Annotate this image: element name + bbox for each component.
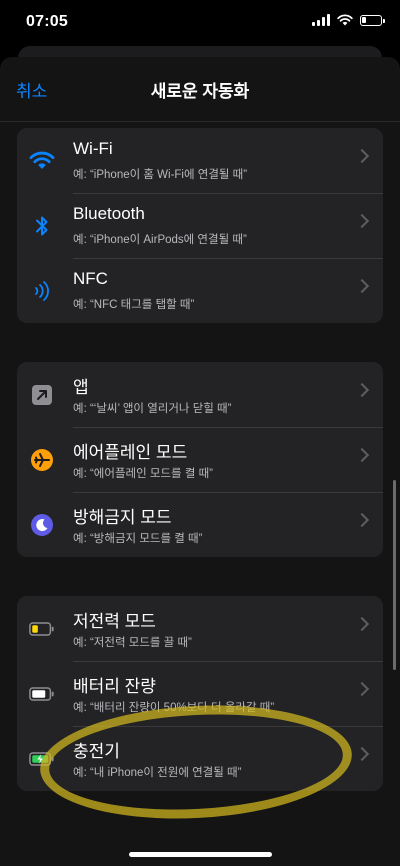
home-indicator[interactable] [129,852,272,857]
page-title: 새로운 자동화 [150,82,250,101]
chevron-right-icon [354,278,370,294]
row-subtitle: 예: “iPhone이 홈 Wi-Fi에 연결될 때” [73,169,248,181]
row-title: 방해금지 모드 [73,508,172,527]
connectivity-group: Wi-Fi 예: “iPhone이 홈 Wi-Fi에 연결될 때” Blueto… [17,128,383,323]
list-item-app[interactable]: 앱 예: “‘날씨’ 앱이 열리거나 닫힐 때” [17,362,383,427]
battery-status-icon [360,14,385,26]
app-arrow-icon [29,382,55,408]
nfc-icon [29,278,55,304]
list-item-wifi[interactable]: Wi-Fi 예: “iPhone이 홈 Wi-Fi에 연결될 때” [17,128,383,193]
wifi-icon [29,148,55,174]
row-subtitle: 예: “방해금지 모드를 켤 때” [73,533,203,545]
chevron-right-icon [354,447,370,463]
status-bar: 07:05 [0,0,400,46]
chevron-right-icon [354,616,370,632]
row-title: 배터리 잔량 [73,677,156,696]
chevron-right-icon [354,382,370,398]
scrollbar[interactable] [393,480,396,670]
list-item-bluetooth[interactable]: Bluetooth 예: “iPhone이 AirPods에 연결될 때” [17,193,383,258]
list-item-nfc[interactable]: NFC 예: “NFC 태그를 탭할 때” [17,258,383,323]
status-icons [312,14,385,26]
list-item-do-not-disturb[interactable]: 방해금지 모드 예: “방해금지 모드를 켤 때” [17,492,383,557]
row-subtitle: 예: “NFC 태그를 탭할 때” [73,299,195,311]
row-title: Wi-Fi [73,139,113,158]
list-item-low-power-mode[interactable]: 저전력 모드 예: “저전력 모드를 끌 때” [17,596,383,661]
list-item-airplane-mode[interactable]: 에어플레인 모드 예: “에어플레인 모드를 켤 때” [17,427,383,492]
moon-icon [29,512,55,538]
chevron-right-icon [354,681,370,697]
row-title: NFC [73,269,108,288]
chevron-right-icon [354,512,370,528]
cellular-signal-icon [312,14,330,26]
chevron-right-icon [354,148,370,164]
navigation-bar: 취소 새로운 자동화 [0,57,400,122]
bluetooth-icon [29,213,55,239]
airplane-icon [29,447,55,473]
low-power-battery-icon [29,616,55,642]
battery-level-icon [29,681,55,707]
row-subtitle: 예: “에어플레인 모드를 켤 때” [73,468,214,480]
status-time: 07:05 [26,13,68,30]
row-subtitle: 예: “iPhone이 AirPods에 연결될 때” [73,234,247,246]
row-subtitle: 예: “저전력 모드를 끌 때” [73,637,192,649]
row-title: Bluetooth [73,204,145,223]
row-title: 에어플레인 모드 [73,443,188,462]
row-title: 저전력 모드 [73,612,156,631]
wifi-status-icon [337,14,353,26]
chevron-right-icon [354,746,370,762]
app-settings-group: 앱 예: “‘날씨’ 앱이 열리거나 닫힐 때” 에어플레인 모드 예: “에어… [17,362,383,557]
chevron-right-icon [354,213,370,229]
row-title: 앱 [73,378,89,397]
row-subtitle: 예: “‘날씨’ 앱이 열리거나 닫힐 때” [73,403,232,415]
